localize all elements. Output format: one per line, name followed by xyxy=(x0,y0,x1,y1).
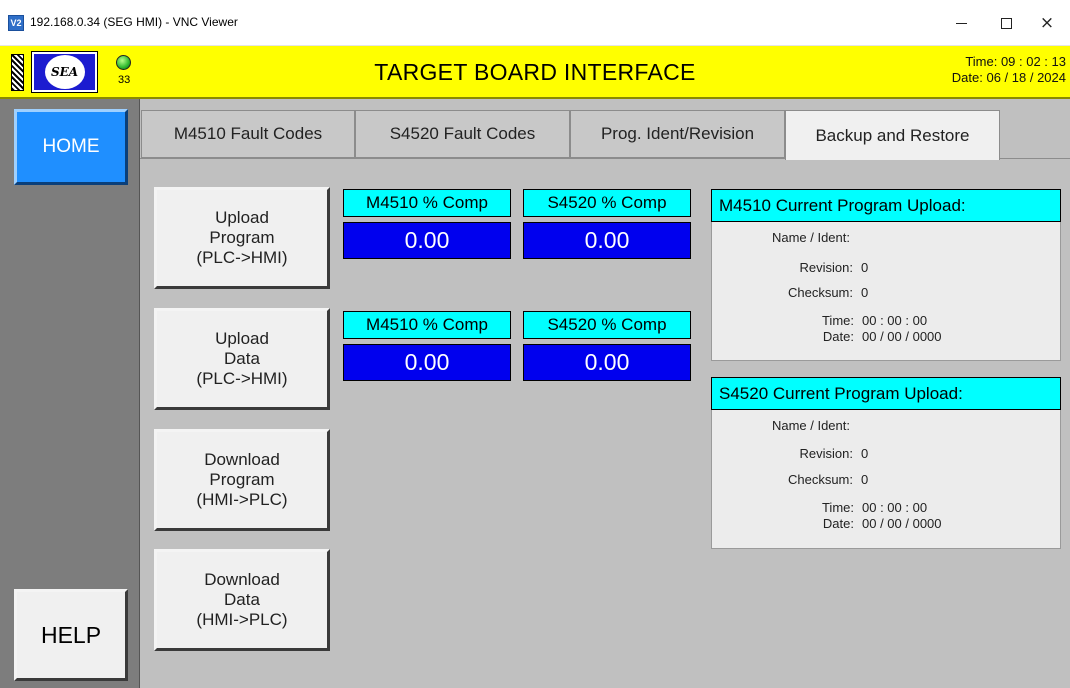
button-line: Upload xyxy=(215,329,269,348)
checksum-row: Checksum: 0 xyxy=(712,472,868,487)
revision-row: Revision: 0 xyxy=(712,446,869,461)
m4510-upload-panel: M4510 Current Program Upload: Name / Ide… xyxy=(711,189,1061,361)
revision-label: Revision: xyxy=(799,260,853,275)
download-data-button[interactable]: Download Data (HMI->PLC) xyxy=(154,549,330,651)
logo-text: SEA xyxy=(44,55,85,89)
time-row: Time: 00 : 00 : 00 xyxy=(712,500,927,515)
checksum-label: Checksum: xyxy=(787,472,853,487)
button-line: Download xyxy=(204,570,280,589)
revision-label: Revision: xyxy=(799,446,853,461)
download-program-button[interactable]: Download Program (HMI->PLC) xyxy=(154,429,330,531)
home-button[interactable]: HOME xyxy=(14,109,128,185)
s4520-data-comp-label: S4520 % Comp xyxy=(523,311,691,339)
upload-data-button[interactable]: Upload Data (PLC->HMI) xyxy=(154,308,330,410)
checksum-value: 0 xyxy=(861,285,869,300)
revision-value: 0 xyxy=(861,260,869,275)
button-line: Program xyxy=(209,470,275,489)
panel-title: S4520 Current Program Upload: xyxy=(711,377,1061,410)
date-row: Date: 00 / 00 / 0000 xyxy=(712,516,942,531)
status-count: 33 xyxy=(118,74,131,86)
m4510-comp-label: M4510 % Comp xyxy=(343,189,511,217)
button-line: (HMI->PLC) xyxy=(196,490,288,509)
name-ident-label: Name / Ident: xyxy=(771,418,850,433)
window-title-bar[interactable]: V2 192.168.0.34 (SEG HMI) - VNC Viewer × xyxy=(0,0,1070,46)
date-value: 00 / 00 / 0000 xyxy=(862,516,942,531)
time-readout: Time: 09 : 02 : 13 xyxy=(965,54,1066,69)
tab-prog-ident-revision[interactable]: Prog. Ident/Revision xyxy=(570,110,785,158)
m4510-data-comp-value: 0.00 xyxy=(343,344,511,381)
name-ident-row: Name / Ident: xyxy=(712,418,858,433)
s4520-upload-panel: S4520 Current Program Upload: Name / Ide… xyxy=(711,377,1061,549)
button-line: Program xyxy=(209,228,275,247)
maximize-button[interactable] xyxy=(983,0,1029,46)
clock-display: Time: 09 : 02 : 13 Date: 06 / 18 / 2024 xyxy=(952,54,1066,86)
minimize-icon xyxy=(955,22,967,24)
tab-s4520-fault-codes[interactable]: S4520 Fault Codes xyxy=(355,110,570,158)
panel-title: M4510 Current Program Upload: xyxy=(711,189,1061,222)
date-value: 00 / 00 / 0000 xyxy=(862,329,942,344)
vnc-window: V2 192.168.0.34 (SEG HMI) - VNC Viewer ×… xyxy=(0,0,1070,688)
grip-handle-icon xyxy=(11,54,24,91)
time-value: 00 : 00 : 00 xyxy=(862,313,928,328)
close-button[interactable]: × xyxy=(1024,0,1070,46)
checksum-value: 0 xyxy=(861,472,869,487)
time-label: Time: xyxy=(821,500,854,515)
button-line: Upload xyxy=(215,208,269,227)
s4520-comp-label: S4520 % Comp xyxy=(523,189,691,217)
name-ident-row: Name / Ident: xyxy=(712,230,858,245)
m4510-comp-value: 0.00 xyxy=(343,222,511,259)
revision-value: 0 xyxy=(861,446,869,461)
checksum-label: Checksum: xyxy=(787,285,853,300)
tab-m4510-fault-codes[interactable]: M4510 Fault Codes xyxy=(141,110,355,158)
time-label: Time: xyxy=(821,313,854,328)
s4520-comp-value: 0.00 xyxy=(523,222,691,259)
button-line: Download xyxy=(204,450,280,469)
date-label: Date: xyxy=(822,329,854,344)
button-line: (HMI->PLC) xyxy=(196,610,288,629)
time-value: 00 : 00 : 00 xyxy=(862,500,928,515)
date-row: Date: 00 / 00 / 0000 xyxy=(712,329,942,344)
window-title: 192.168.0.34 (SEG HMI) - VNC Viewer xyxy=(30,15,238,29)
help-button[interactable]: HELP xyxy=(14,589,128,681)
vnc-viewer-icon: V2 xyxy=(8,15,24,31)
upload-program-button[interactable]: Upload Program (PLC->HMI) xyxy=(154,187,330,289)
hmi-header: TARGET BOARD INTERFACE SEA 33 Time: 09 :… xyxy=(0,46,1070,99)
button-line: Data xyxy=(224,590,260,609)
m4510-data-comp-label: M4510 % Comp xyxy=(343,311,511,339)
side-nav: HOME HELP xyxy=(0,99,140,688)
name-ident-label: Name / Ident: xyxy=(771,230,850,245)
checksum-row: Checksum: 0 xyxy=(712,285,868,300)
tab-backup-and-restore[interactable]: Backup and Restore xyxy=(785,110,1000,160)
status-led-icon xyxy=(116,55,131,70)
button-line: (PLC->HMI) xyxy=(196,369,288,388)
s4520-data-comp-value: 0.00 xyxy=(523,344,691,381)
time-row: Time: 00 : 00 : 00 xyxy=(712,313,927,328)
maximize-icon xyxy=(1000,17,1012,29)
date-label: Date: xyxy=(822,516,854,531)
revision-row: Revision: 0 xyxy=(712,260,869,275)
date-readout: Date: 06 / 18 / 2024 xyxy=(951,70,1066,85)
button-line: (PLC->HMI) xyxy=(196,248,288,267)
page-title: TARGET BOARD INTERFACE xyxy=(374,59,696,85)
minimize-button[interactable] xyxy=(938,0,984,46)
close-icon: × xyxy=(1039,13,1055,33)
company-logo: SEA xyxy=(31,51,98,93)
button-line: Data xyxy=(224,349,260,368)
